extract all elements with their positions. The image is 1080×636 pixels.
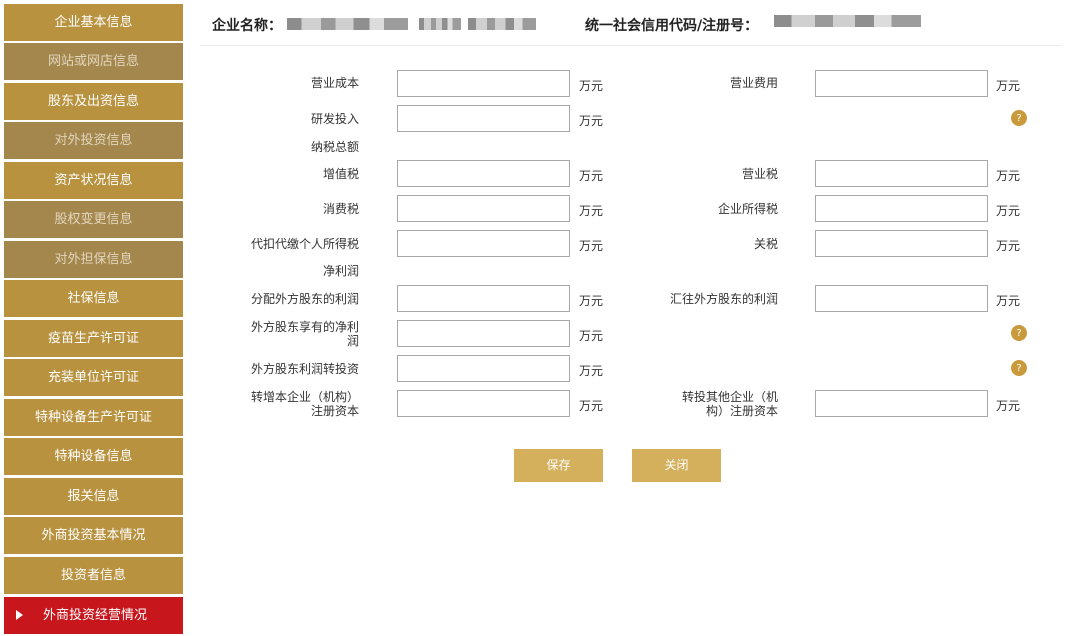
- consumption-tax-input[interactable]: [397, 195, 570, 222]
- help-icon[interactable]: ?: [1011, 110, 1027, 126]
- operating-expense-input[interactable]: [815, 70, 988, 97]
- business-tax-input[interactable]: [815, 160, 988, 187]
- arrow-right-icon: [16, 609, 23, 620]
- profit-to-foreign-label: 分配外方股东的利润: [250, 292, 359, 306]
- redacted-company-name: [287, 18, 408, 30]
- customs-duty-label: 关税: [753, 237, 778, 251]
- sidebar-item-foreign-investment-operation[interactable]: 外商投资经营情况: [4, 597, 183, 634]
- capital-increase-input[interactable]: [397, 390, 570, 417]
- capital-increase-line2: 注册资本: [310, 404, 359, 418]
- redacted-credit-code: [774, 15, 921, 27]
- business-tax-label: 营业税: [741, 167, 778, 181]
- sidebar-item-investor-info[interactable]: 投资者信息: [4, 557, 183, 594]
- redacted-company-name: [468, 18, 536, 30]
- unit-label: 万元: [579, 329, 604, 343]
- redacted-company-name: [419, 18, 461, 30]
- help-icon[interactable]: ?: [1011, 360, 1027, 376]
- sidebar-item-label: 外商投资经营情况: [43, 608, 148, 623]
- invest-other-label: 转投其他企业（机 构）注册资本: [620, 390, 778, 418]
- save-button[interactable]: 保存: [514, 449, 603, 482]
- invest-other-input[interactable]: [815, 390, 988, 417]
- foreign-net-profit-input[interactable]: [397, 320, 570, 347]
- unit-label: 万元: [579, 114, 604, 128]
- unit-label: 万元: [579, 79, 604, 93]
- corp-income-tax-label: 企业所得税: [717, 202, 778, 216]
- unit-label: 万元: [996, 399, 1021, 413]
- sidebar-item-vaccine-license[interactable]: 疫苗生产许可证: [4, 320, 183, 357]
- sidebar-item-equity-change[interactable]: 股权变更信息: [4, 201, 183, 238]
- unit-label: 万元: [579, 399, 604, 413]
- unit-label: 万元: [996, 169, 1021, 183]
- sidebar-item-shareholder-info[interactable]: 股东及出资信息: [4, 83, 183, 120]
- credit-code-label: 统一社会信用代码/注册号：: [585, 18, 759, 34]
- withheld-personal-tax-label: 代扣代缴个人所得税: [250, 237, 359, 251]
- sidebar-item-special-equip-info[interactable]: 特种设备信息: [4, 438, 183, 475]
- company-header: 企业名称： 统一社会信用代码/注册号：: [212, 12, 1062, 38]
- corp-income-tax-input[interactable]: [815, 195, 988, 222]
- unit-label: 万元: [579, 239, 604, 253]
- sidebar-nav: 企业基本信息 网站或网店信息 股东及出资信息 对外投资信息 资产状况信息 股权变…: [4, 4, 183, 636]
- profit-remitted-input[interactable]: [815, 285, 988, 312]
- sidebar-item-basic-info[interactable]: 企业基本信息: [4, 4, 183, 41]
- total-tax-label: 纳税总额: [310, 140, 359, 154]
- unit-label: 万元: [996, 204, 1021, 218]
- sidebar-item-external-guarantee[interactable]: 对外担保信息: [4, 241, 183, 278]
- invest-other-line1: 转投其他企业（机: [681, 390, 778, 404]
- vat-input[interactable]: [397, 160, 570, 187]
- help-icon[interactable]: ?: [1011, 325, 1027, 341]
- rd-investment-input[interactable]: [397, 105, 570, 132]
- withheld-personal-tax-input[interactable]: [397, 230, 570, 257]
- close-button[interactable]: 关闭: [632, 449, 721, 482]
- unit-label: 万元: [996, 239, 1021, 253]
- sidebar-item-asset-status[interactable]: 资产状况信息: [4, 162, 183, 199]
- header-divider: [200, 45, 1062, 46]
- capital-increase-line1: 转增本企业（机构）: [250, 390, 359, 404]
- unit-label: 万元: [579, 294, 604, 308]
- profit-reinvest-label: 外方股东利润转投资: [250, 362, 359, 376]
- foreign-net-profit-label: 外方股东享有的净利润: [220, 320, 359, 348]
- vat-label: 增值税: [322, 167, 359, 181]
- unit-label: 万元: [579, 169, 604, 183]
- sidebar-item-customs-info[interactable]: 报关信息: [4, 478, 183, 515]
- unit-label: 万元: [996, 79, 1021, 93]
- operating-cost-input[interactable]: [397, 70, 570, 97]
- operating-cost-label: 营业成本: [310, 76, 359, 90]
- sidebar-item-foreign-investment-basic[interactable]: 外商投资基本情况: [4, 517, 183, 554]
- capital-increase-label: 转增本企业（机构） 注册资本: [200, 390, 359, 418]
- operating-expense-label: 营业费用: [729, 76, 778, 90]
- sidebar-item-outbound-investment[interactable]: 对外投资信息: [4, 122, 183, 159]
- rd-investment-label: 研发投入: [310, 112, 359, 126]
- profit-reinvest-input[interactable]: [397, 355, 570, 382]
- invest-other-line2: 构）注册资本: [705, 404, 778, 418]
- consumption-tax-label: 消费税: [322, 202, 359, 216]
- foreign-net-profit-line1: 外方股东享有的净利: [250, 320, 359, 334]
- sidebar-item-filling-license[interactable]: 充装单位许可证: [4, 359, 183, 396]
- unit-label: 万元: [579, 204, 604, 218]
- profit-remitted-label: 汇往外方股东的利润: [669, 292, 778, 306]
- sidebar-item-special-equip-license[interactable]: 特种设备生产许可证: [4, 399, 183, 436]
- sidebar-item-social-security[interactable]: 社保信息: [4, 280, 183, 317]
- profit-to-foreign-input[interactable]: [397, 285, 570, 312]
- customs-duty-input[interactable]: [815, 230, 988, 257]
- unit-label: 万元: [996, 294, 1021, 308]
- company-name-label: 企业名称：: [212, 18, 282, 34]
- net-profit-label: 净利润: [322, 264, 359, 278]
- sidebar-item-website-info[interactable]: 网站或网店信息: [4, 43, 183, 80]
- unit-label: 万元: [579, 364, 604, 378]
- foreign-net-profit-line2: 润: [346, 334, 359, 348]
